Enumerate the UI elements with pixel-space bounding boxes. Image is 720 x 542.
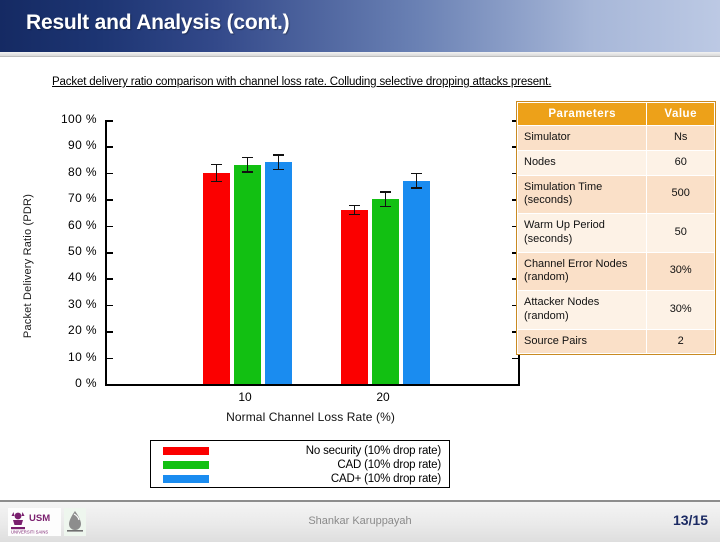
parameter-name: Nodes <box>516 149 648 176</box>
bar-20-series1 <box>340 209 368 384</box>
parameter-value: 500 <box>646 174 715 214</box>
y-tick-label: 70 % <box>68 191 97 206</box>
x-tick-label: 10 <box>238 390 252 404</box>
parameters-table: Parameters Value Simulator Ns Nodes 60 Simul… <box>516 102 715 355</box>
table-header-row: Parameters Value <box>516 102 715 126</box>
svg-text:UNIVERSITI SAINS: UNIVERSITI SAINS <box>11 530 48 535</box>
x-tick-label: 20 <box>376 390 390 404</box>
table-row: Channel Error Nodes (random) 30% <box>516 251 715 291</box>
legend-swatch <box>163 446 209 455</box>
error-bar-10-series2 <box>241 156 253 173</box>
legend-item: CAD (10% drop rate) <box>155 458 445 471</box>
y-tick-label: 60 % <box>68 217 97 232</box>
footer-author: Shankar Karuppayah <box>308 515 412 527</box>
legend-swatch <box>163 474 209 483</box>
parameter-name: Simulation Time (seconds) <box>516 174 648 214</box>
table-row: Simulation Time (seconds) 500 <box>516 174 715 214</box>
parameter-name: Attacker Nodes (random) <box>516 290 648 330</box>
y-axis-tick <box>107 304 113 307</box>
y-tick-label: 10 % <box>68 349 97 364</box>
bar-10-series2 <box>233 164 261 384</box>
legend-item: CAD+ (10% drop rate) <box>155 472 445 485</box>
table-row: Source Pairs 2 <box>516 328 715 355</box>
parameter-name: Channel Error Nodes (random) <box>516 251 648 291</box>
parameter-value: Ns <box>646 125 715 151</box>
parameter-value: 60 <box>646 149 715 176</box>
y-axis-tick <box>107 384 113 386</box>
chart-legend: No security (10% drop rate) CAD (10% drop… <box>150 440 450 488</box>
page-title: Result and Analysis (cont.) <box>26 11 290 34</box>
bar-20-series2 <box>371 199 399 384</box>
y-tick-label: 50 % <box>68 244 97 258</box>
page-number: 13/15 <box>672 512 708 528</box>
table-row: Simulator Ns <box>516 125 715 151</box>
parameter-name: Warm Up Period (seconds) <box>516 213 648 253</box>
y-axis-tick <box>107 331 113 333</box>
error-bar-20-series3 <box>410 172 422 189</box>
table-row: Attacker Nodes (random) 30% <box>516 290 715 330</box>
error-bar-10-series1 <box>210 163 222 183</box>
title-divider <box>0 52 720 57</box>
y-axis-tick <box>107 120 113 122</box>
column-header-value: Value <box>646 102 715 126</box>
chart-plot-area <box>105 120 520 386</box>
y-tick-label: 40 % <box>68 270 97 285</box>
y-tick-label: 90 % <box>68 138 97 153</box>
parameter-value: 50 <box>646 213 715 253</box>
parameter-value: 30% <box>646 290 715 330</box>
legend-label: CAD (10% drop rate) <box>337 458 441 471</box>
bar-20-series3 <box>402 180 430 384</box>
table-row: Nodes 60 <box>516 149 715 176</box>
chart-y-axis-label: Packet Delivery Ratio (PDR) <box>22 193 34 339</box>
y-tick-label: 0 % <box>75 376 97 390</box>
y-axis-tick <box>107 199 113 201</box>
legend-item: No security (10% drop rate) <box>155 444 445 457</box>
parameter-name: Source Pairs <box>516 328 648 355</box>
chart-x-axis-label: Normal Channel Loss Rate (%) <box>226 410 395 424</box>
legend-swatch <box>163 460 209 469</box>
y-tick-label: 100 % <box>60 112 97 126</box>
y-axis-tick-right <box>512 357 518 360</box>
table-row: Warm Up Period (seconds) 50 <box>516 213 715 253</box>
y-tick-label: 80 % <box>68 164 97 179</box>
legend-label: No security (10% drop rate) <box>305 444 441 457</box>
parameter-name: Simulator <box>516 125 648 151</box>
y-axis-tick-right <box>512 384 518 386</box>
chart-y-tick-labels: 0 % 10 % 20 % 30 % 40 % 50 % 60 % 70 % 80 % 90 % 1… <box>47 100 97 390</box>
y-axis-tick <box>107 357 113 360</box>
column-header-parameters: Parameters <box>516 102 648 126</box>
y-axis-tick <box>107 278 113 280</box>
y-tick-label: 20 % <box>68 323 97 338</box>
slide-footer: USM UNIVERSITI SAINS Shankar Karuppayah … <box>0 500 720 542</box>
error-bar-20-series1 <box>348 204 360 216</box>
bar-10-series3 <box>264 162 292 384</box>
bar-10-series1 <box>202 172 230 384</box>
error-bar-20-series2 <box>379 191 391 208</box>
parameter-value: 2 <box>646 328 715 355</box>
y-axis-tick <box>107 146 113 148</box>
parameter-value: 30% <box>646 251 715 291</box>
y-axis-tick <box>107 172 113 175</box>
y-axis-tick <box>107 225 113 228</box>
figure-caption: Packet delivery ratio comparison with ch… <box>52 76 552 88</box>
y-axis-tick <box>107 252 113 254</box>
y-tick-label: 30 % <box>68 296 97 311</box>
legend-label: CAD+ (10% drop rate) <box>330 472 441 485</box>
error-bar-10-series3 <box>272 154 284 171</box>
